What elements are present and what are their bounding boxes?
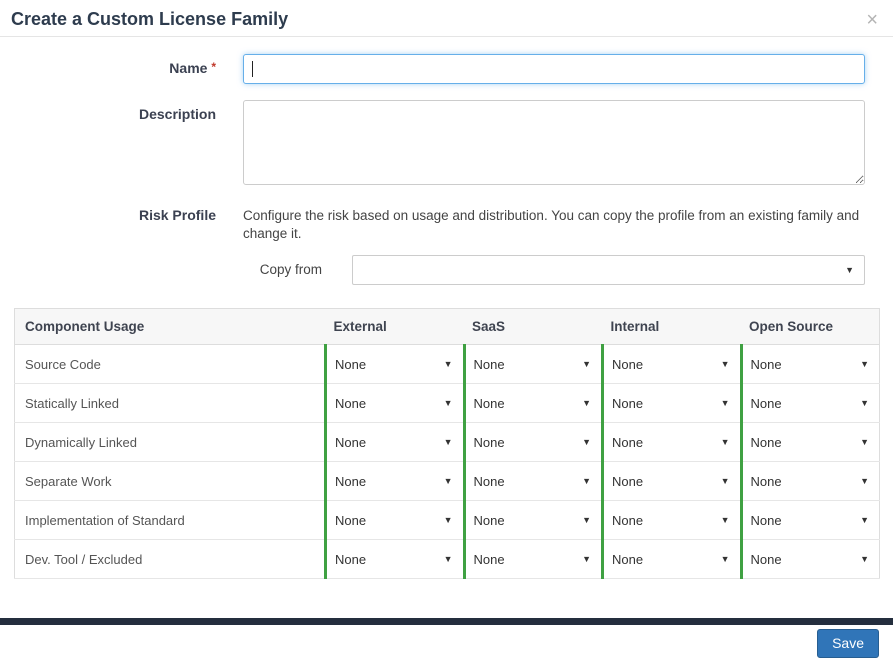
- table-row: Implementation of Standard None ▼ None ▼ N…: [14, 500, 880, 540]
- usage-label: Source Code: [14, 344, 326, 384]
- column-header-internal: Internal: [602, 308, 741, 345]
- risk-dropdown[interactable]: None ▼: [466, 501, 602, 539]
- risk-dropdown[interactable]: None ▼: [604, 501, 740, 539]
- column-header-saas: SaaS: [464, 308, 603, 345]
- chevron-down-icon: ▼: [582, 514, 591, 525]
- risk-dropdown[interactable]: None ▼: [743, 462, 880, 500]
- risk-dropdown[interactable]: None ▼: [327, 501, 463, 539]
- chevron-down-icon: ▼: [720, 514, 730, 525]
- risk-dropdown[interactable]: None ▼: [466, 540, 602, 578]
- chevron-down-icon: ▼: [860, 436, 869, 447]
- risk-profile-row: Risk Profile Configure the risk based on…: [0, 201, 893, 243]
- risk-dropdown[interactable]: None ▼: [466, 345, 602, 383]
- description-input[interactable]: [243, 100, 865, 185]
- chevron-down-icon: ▼: [582, 358, 591, 369]
- risk-dropdown[interactable]: None ▼: [327, 384, 463, 422]
- chevron-down-icon: ▼: [443, 553, 453, 564]
- risk-dropdown[interactable]: None ▼: [743, 540, 880, 578]
- risk-dropdown[interactable]: None ▼: [743, 423, 880, 461]
- close-icon[interactable]: ×: [866, 10, 878, 30]
- chevron-down-icon: ▼: [582, 397, 591, 408]
- chevron-down-icon: ▼: [720, 358, 730, 369]
- chevron-down-icon: ▼: [720, 436, 730, 447]
- risk-dropdown[interactable]: None ▼: [743, 501, 880, 539]
- chevron-down-icon: ▼: [845, 264, 854, 275]
- save-button[interactable]: Save: [817, 629, 879, 658]
- chevron-down-icon: ▼: [720, 397, 730, 408]
- risk-dropdown[interactable]: None ▼: [604, 384, 740, 422]
- chevron-down-icon: ▼: [860, 475, 869, 486]
- risk-profile-help-text: Configure the risk based on usage and di…: [243, 208, 860, 241]
- modal-footer: Save: [0, 618, 893, 662]
- table-row: Dev. Tool / Excluded None ▼ None ▼ None ▼ N…: [14, 539, 880, 579]
- risk-dropdown[interactable]: None ▼: [466, 423, 602, 461]
- text-cursor: [252, 61, 253, 77]
- create-license-family-modal: Create a Custom License Family × Name * …: [0, 0, 893, 658]
- risk-dropdown[interactable]: None ▼: [743, 384, 880, 422]
- chevron-down-icon: ▼: [443, 358, 453, 369]
- risk-profile-label: Risk Profile: [138, 207, 216, 223]
- risk-dropdown[interactable]: None ▼: [327, 462, 463, 500]
- modal-header: Create a Custom License Family ×: [0, 0, 893, 37]
- column-header-open-source: Open Source: [741, 308, 880, 345]
- chevron-down-icon: ▼: [860, 514, 869, 525]
- footer-divider-bar: [0, 618, 893, 625]
- chevron-down-icon: ▼: [860, 358, 869, 369]
- page-title: Create a Custom License Family: [11, 9, 289, 29]
- column-header-external: External: [325, 308, 464, 345]
- table-row: Separate Work None ▼ None ▼ None ▼ None ▼: [14, 461, 880, 501]
- chevron-down-icon: ▼: [860, 397, 869, 408]
- usage-label: Dynamically Linked: [14, 422, 326, 462]
- risk-profile-table: Component Usage External SaaS Internal O…: [14, 308, 880, 579]
- risk-dropdown[interactable]: None ▼: [327, 423, 463, 461]
- column-header-component-usage: Component Usage: [14, 308, 326, 345]
- table-header-row: Component Usage External SaaS Internal O…: [14, 308, 880, 345]
- risk-dropdown[interactable]: None ▼: [604, 345, 740, 383]
- chevron-down-icon: ▼: [443, 514, 453, 525]
- name-input[interactable]: [243, 54, 865, 84]
- chevron-down-icon: ▼: [720, 553, 730, 564]
- required-marker: *: [211, 60, 216, 74]
- risk-dropdown[interactable]: None ▼: [604, 423, 740, 461]
- chevron-down-icon: ▼: [720, 475, 730, 486]
- risk-dropdown[interactable]: None ▼: [604, 540, 740, 578]
- chevron-down-icon: ▼: [443, 397, 453, 408]
- usage-label: Separate Work: [14, 461, 326, 501]
- chevron-down-icon: ▼: [443, 475, 453, 486]
- risk-dropdown[interactable]: None ▼: [327, 540, 463, 578]
- table-row: Statically Linked None ▼ None ▼ None ▼ None…: [14, 383, 880, 423]
- chevron-down-icon: ▼: [582, 475, 591, 486]
- name-label: Name *: [169, 60, 216, 76]
- name-row: Name *: [0, 54, 893, 84]
- description-label: Description: [138, 106, 216, 122]
- table-row: Source Code None ▼ None ▼ None ▼ None ▼: [14, 344, 880, 384]
- chevron-down-icon: ▼: [582, 553, 591, 564]
- usage-label: Dev. Tool / Excluded: [14, 539, 326, 579]
- usage-label: Implementation of Standard: [14, 500, 326, 540]
- risk-dropdown[interactable]: None ▼: [466, 462, 602, 500]
- copy-from-row: Copy from ▼: [0, 255, 893, 285]
- chevron-down-icon: ▼: [443, 436, 453, 447]
- risk-dropdown[interactable]: None ▼: [743, 345, 880, 383]
- copy-from-label: Copy from: [259, 262, 322, 277]
- modal-body: Name * Description Risk Profile Configur…: [0, 37, 893, 579]
- usage-label: Statically Linked: [14, 383, 326, 423]
- copy-from-select[interactable]: ▼: [352, 255, 865, 285]
- chevron-down-icon: ▼: [860, 553, 869, 564]
- risk-dropdown[interactable]: None ▼: [604, 462, 740, 500]
- risk-dropdown[interactable]: None ▼: [466, 384, 602, 422]
- description-row: Description: [0, 100, 893, 185]
- chevron-down-icon: ▼: [582, 436, 591, 447]
- risk-dropdown[interactable]: None ▼: [327, 345, 463, 383]
- table-row: Dynamically Linked None ▼ None ▼ None ▼ Non…: [14, 422, 880, 462]
